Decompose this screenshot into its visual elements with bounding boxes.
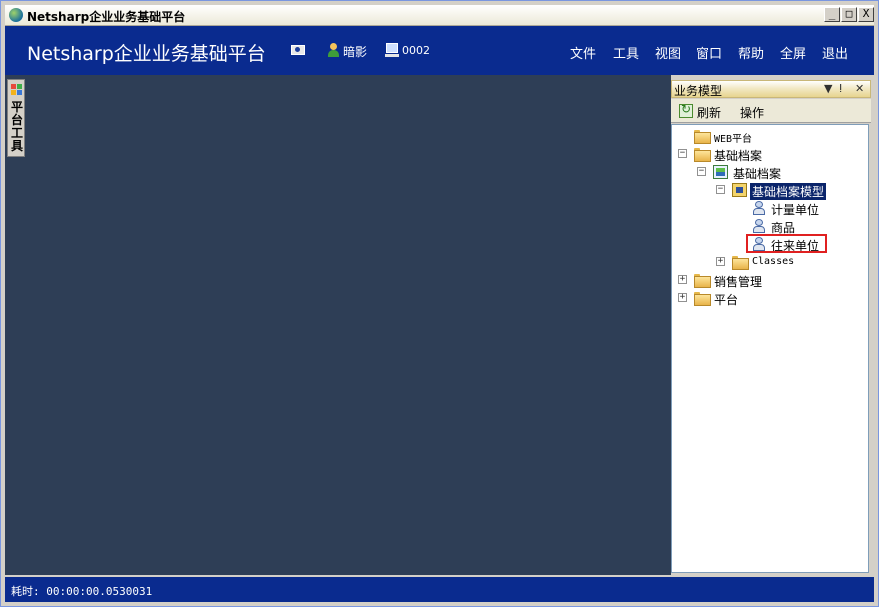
computer-icon bbox=[385, 43, 399, 57]
panel-pin-icon[interactable]: ⵑ bbox=[839, 82, 842, 95]
folder-icon bbox=[694, 274, 711, 288]
refresh-button[interactable]: 刷新 bbox=[697, 104, 721, 121]
business-model-panel: 业务模型 ▼ ⵑ ✕ 刷新 操作 WEB平台 − 基础档案 − bbox=[671, 79, 871, 575]
expand-icon[interactable]: + bbox=[716, 257, 725, 266]
tree-node-sales-management[interactable]: + 销售管理 bbox=[672, 272, 868, 289]
tree-node-basic-archives-db[interactable]: − 基础档案 bbox=[672, 164, 868, 181]
tree-node-label: 基础档案模型 bbox=[750, 183, 827, 200]
panel-title-bar: 业务模型 ▼ ⵑ ✕ bbox=[671, 80, 871, 98]
app-header: Netsharp企业业务基础平台 暗影 0002 文件 工具 视图 窗口 帮助 … bbox=[5, 26, 874, 75]
tree-node-label: 销售管理 bbox=[714, 275, 763, 289]
refresh-icon[interactable] bbox=[679, 102, 693, 118]
tree-node-basic-archives-model[interactable]: − 基础档案模型 bbox=[672, 182, 868, 200]
actions-button[interactable]: 操作 bbox=[740, 104, 764, 121]
app-title: Netsharp企业业务基础平台 bbox=[27, 43, 266, 65]
menu-exit[interactable]: 退出 bbox=[822, 43, 848, 62]
tree-node-unit-of-measure[interactable]: 计量单位 bbox=[672, 200, 868, 217]
window-title: Netsharp企业业务基础平台 bbox=[27, 10, 186, 24]
tree-node-basic-archives[interactable]: − 基础档案 bbox=[672, 146, 868, 163]
panel-dropdown-icon[interactable]: ▼ bbox=[824, 82, 832, 95]
workstation-code: 0002 bbox=[402, 44, 430, 57]
tree-node-label: 平台 bbox=[714, 293, 739, 307]
expand-icon[interactable]: + bbox=[678, 275, 687, 284]
globe-icon bbox=[9, 8, 23, 22]
app-window: Netsharp企业业务基础平台 _ □ X Netsharp企业业务基础平台 … bbox=[0, 0, 879, 607]
entity-icon bbox=[752, 219, 766, 233]
tree-node-label: 基础档案 bbox=[733, 167, 782, 181]
collapse-icon[interactable]: − bbox=[678, 149, 687, 158]
panel-title: 业务模型 bbox=[674, 84, 723, 98]
tree-node-label: 计量单位 bbox=[771, 203, 820, 217]
tree-node-classes[interactable]: + Classes bbox=[672, 254, 868, 270]
elapsed-time: 耗时: 00:00:00.0530031 bbox=[11, 585, 153, 598]
entity-icon bbox=[752, 201, 766, 215]
camera-icon[interactable] bbox=[291, 45, 305, 55]
title-bar[interactable]: Netsharp企业业务基础平台 _ □ X bbox=[5, 5, 874, 26]
panel-toolbar: 刷新 操作 bbox=[671, 99, 871, 123]
panel-close-icon[interactable]: ✕ bbox=[855, 82, 864, 95]
tree-node-label: Classes bbox=[752, 256, 795, 267]
collapse-icon[interactable]: − bbox=[697, 167, 706, 176]
status-bar: 耗时: 00:00:00.0530031 bbox=[5, 577, 874, 602]
folder-icon bbox=[694, 130, 711, 144]
model-icon bbox=[732, 183, 747, 197]
toolbox-tab[interactable]: 平台工具 bbox=[7, 79, 25, 157]
collapse-icon[interactable]: − bbox=[716, 185, 725, 194]
tree-node-goods[interactable]: 商品 bbox=[672, 218, 868, 235]
left-tool-strip: 平台工具 bbox=[5, 75, 25, 575]
folder-icon bbox=[732, 256, 749, 270]
menu-help[interactable]: 帮助 bbox=[738, 43, 764, 62]
folder-icon bbox=[694, 148, 711, 162]
menu-file[interactable]: 文件 bbox=[570, 43, 596, 62]
model-tree: WEB平台 − 基础档案 − 基础档案 − 基础档案模型 计量单位 商品 往来单… bbox=[671, 124, 869, 573]
folder-icon bbox=[694, 292, 711, 306]
tree-node-label: WEB平台 bbox=[714, 134, 753, 145]
menu-tools[interactable]: 工具 bbox=[613, 43, 639, 62]
tree-node-platform[interactable]: + 平台 bbox=[672, 290, 868, 307]
maximize-button[interactable]: □ bbox=[841, 7, 857, 22]
user-icon bbox=[327, 43, 341, 57]
database-icon bbox=[713, 165, 728, 179]
toolbox-label: 平台工具 bbox=[10, 100, 23, 153]
close-button[interactable]: X bbox=[858, 7, 874, 22]
tree-node-label: 基础档案 bbox=[714, 149, 763, 163]
tree-node-web-platform[interactable]: WEB平台 bbox=[672, 128, 868, 145]
main-workspace bbox=[25, 75, 667, 575]
menu-view[interactable]: 视图 bbox=[655, 43, 681, 62]
minimize-button[interactable]: _ bbox=[824, 7, 840, 22]
user-name[interactable]: 暗影 bbox=[343, 43, 367, 60]
toolbox-grid-icon bbox=[11, 84, 23, 96]
highlight-box bbox=[746, 234, 827, 253]
menu-fullscreen[interactable]: 全屏 bbox=[780, 43, 806, 62]
menu-window[interactable]: 窗口 bbox=[696, 43, 722, 62]
expand-icon[interactable]: + bbox=[678, 293, 687, 302]
